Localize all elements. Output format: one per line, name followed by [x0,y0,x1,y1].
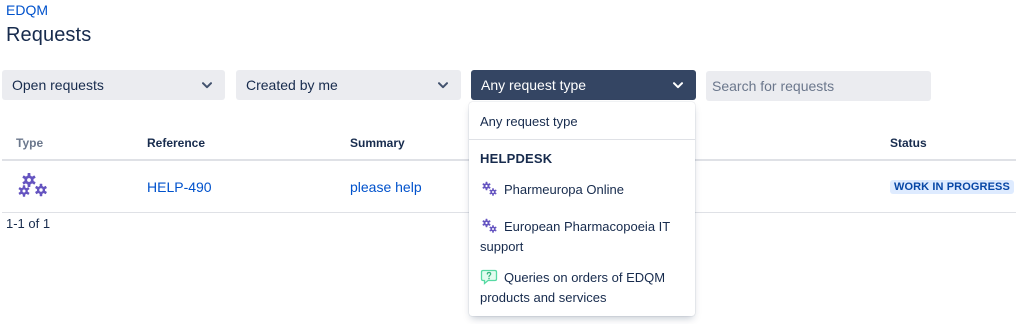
creator-filter-value: Created by me [246,77,338,93]
creator-filter-select[interactable]: Created by me [236,70,461,100]
status-filter-select[interactable]: Open requests [2,70,225,100]
cogs-icon [480,218,498,234]
request-type-filter-select[interactable]: Any request type [471,70,696,100]
column-header-summary[interactable]: Summary [350,136,405,150]
chevron-down-icon [670,77,686,93]
dropdown-option-any-request-type[interactable]: Any request type [480,114,578,129]
chevron-down-icon [435,77,451,93]
dropdown-option-european-pharmacopoeia-it-support[interactable]: European Pharmacopoeia IT support [480,217,690,257]
dropdown-option-label: European Pharmacopoeia IT support [480,219,670,254]
dropdown-option-label: Queries on orders of EDQM products and s… [480,270,666,305]
column-header-reference[interactable]: Reference [147,136,205,150]
request-summary-link[interactable]: please help [350,179,422,195]
breadcrumb-edqm[interactable]: EDQM [6,2,48,18]
column-header-status[interactable]: Status [890,136,927,150]
dropdown-option-queries-on-orders[interactable]: Queries on orders of EDQM products and s… [480,268,690,308]
search-input[interactable] [706,71,931,101]
status-filter-value: Open requests [12,77,104,93]
cogs-icon [18,172,48,198]
cogs-icon [480,181,498,197]
chevron-down-icon [199,77,215,93]
dropdown-group-label: HELPDESK [480,151,553,166]
dropdown-option-pharmeuropa-online[interactable]: Pharmeuropa Online [480,180,690,200]
pagination-count: 1-1 of 1 [6,216,51,231]
page-title: Requests [6,24,92,46]
question-chat-icon [480,269,498,285]
column-header-type[interactable]: Type [16,136,43,150]
status-badge: WORK IN PROGRESS [890,180,1014,194]
request-type-filter-value: Any request type [481,77,587,93]
request-type-dropdown: Any request type HELPDESK Pharmeuropa On… [469,102,695,316]
dropdown-divider [469,139,695,140]
dropdown-option-label: Pharmeuropa Online [504,182,624,197]
request-reference-link[interactable]: HELP-490 [147,179,212,195]
